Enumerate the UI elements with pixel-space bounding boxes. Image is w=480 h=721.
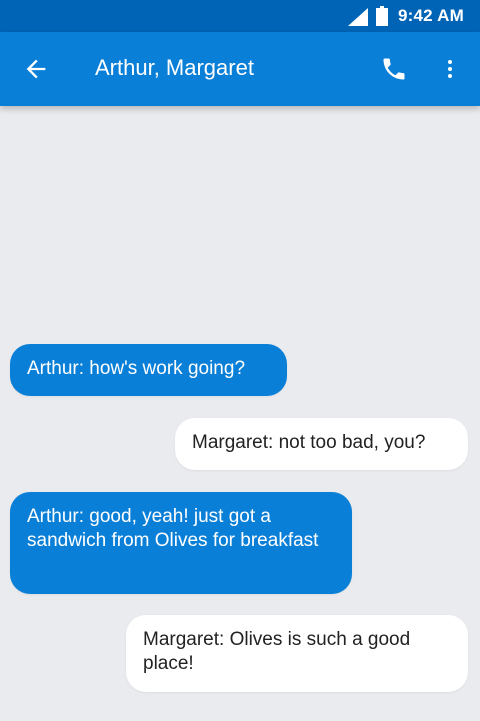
battery-icon bbox=[376, 6, 388, 26]
status-bar: 9:42 AM bbox=[0, 0, 480, 32]
message-text: Margaret: Olives is such a good place! bbox=[143, 629, 411, 674]
signal-icon bbox=[348, 8, 368, 26]
chat-screen: 9:42 AM Arthur, Margaret Arthur: how's w… bbox=[0, 0, 480, 721]
message-text: Margaret: not too bad, you? bbox=[192, 432, 426, 453]
arrow-back-icon[interactable] bbox=[22, 55, 50, 83]
message-bubble-incoming[interactable]: Arthur: good, yeah! just got a sandwich … bbox=[10, 492, 352, 594]
conversation-title: Arthur, Margaret bbox=[95, 55, 254, 80]
message-bubble-incoming[interactable]: Arthur: how's work going? bbox=[10, 344, 287, 396]
more-vert-icon[interactable] bbox=[438, 55, 462, 83]
message-bubble-outgoing[interactable]: Margaret: not too bad, you? bbox=[175, 418, 468, 470]
message-text: Arthur: how's work going? bbox=[27, 358, 246, 379]
phone-icon[interactable] bbox=[380, 55, 408, 83]
message-text: Arthur: good, yeah! just got a sandwich … bbox=[27, 506, 319, 551]
status-time: 9:42 AM bbox=[398, 6, 464, 25]
message-bubble-outgoing[interactable]: Margaret: Olives is such a good place! bbox=[126, 615, 468, 692]
app-bar: Arthur, Margaret bbox=[0, 32, 480, 106]
